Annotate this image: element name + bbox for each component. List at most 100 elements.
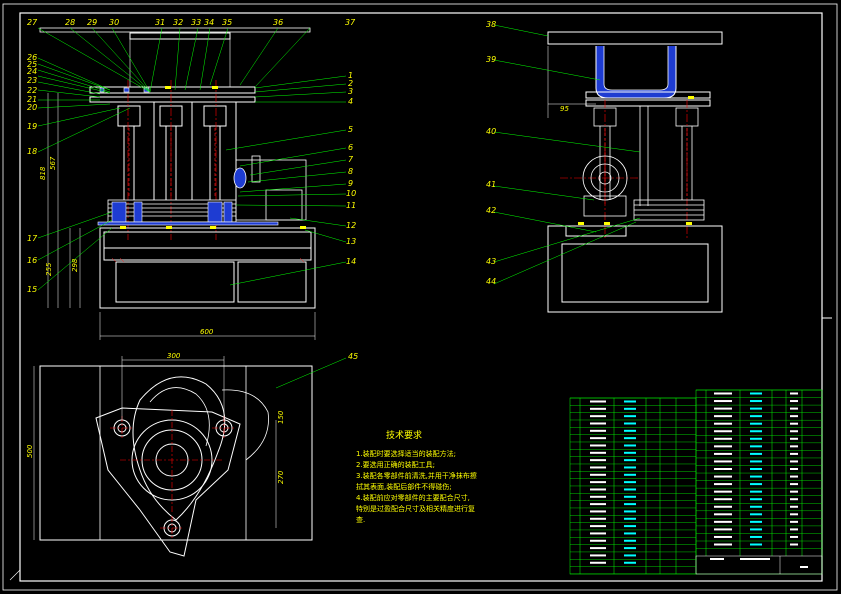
bom-cell-mark [590,459,606,462]
bom-cell-mark [750,483,762,486]
part-label: 27 [27,18,38,27]
part-label: 12 [346,221,357,230]
bom-cell-mark [590,473,606,476]
dim-front-mid: 255 [45,262,53,276]
bom-cell-mark [590,422,606,425]
bom-cell-mark [750,460,762,463]
bom-cell-mark [714,490,732,493]
bom-cell-mark [624,525,636,528]
bom-cell-mark [590,429,606,432]
part-label: 41 [486,180,497,189]
note-line: 3.装配各零部件前清洗,并用干净抹布擦 [356,472,477,480]
bom-cell-mark [714,392,732,395]
bom-cell-mark [790,415,798,418]
part-label: 16 [27,256,38,265]
bom-cell-mark [624,444,636,447]
bom-cell-mark [750,400,762,403]
dim-plan-width: 300 [167,352,181,360]
side-view [493,24,723,313]
part-label: 18 [27,147,38,156]
bom-cell-mark [624,473,636,476]
bom-cell-mark [624,547,636,550]
part-label: 5 [348,125,354,134]
technical-notes: 技术要求 1.装配时要选择适当的装配方法; 2.要选用正确的装配工具; 3.装配… [356,428,506,526]
part-label: 7 [348,155,354,164]
bom-cell-mark [624,539,636,542]
plan-view [33,356,347,557]
part-label: 13 [346,237,357,246]
columns [117,102,237,200]
bom-cell-mark [790,513,798,516]
bom-cell-mark [624,561,636,564]
bom-cell-mark [714,415,732,418]
bom-cell-mark [624,554,636,557]
side-springs [633,199,705,221]
bom-cell-mark [590,547,606,550]
plan-outline [39,365,313,541]
bom-cell-mark [590,415,606,418]
bom-cell-mark [790,543,798,546]
dim-front-total: 818 [39,166,47,180]
plan-cam [132,376,226,521]
bom-cell-mark [750,415,762,418]
bom-cell-mark [624,510,636,513]
bom-cell-mark [590,561,606,564]
part-label: 14 [346,257,357,266]
bom-cell-mark [750,422,762,425]
bom-cell-mark [790,475,798,478]
bom-cell-mark [750,407,762,410]
bom-cell-mark [714,535,732,538]
part-label: 10 [346,189,357,198]
part-label: 30 [109,18,120,27]
bom-cell-mark [740,558,770,560]
bom-cell-mark [790,407,798,410]
part-label: 23 [27,76,38,85]
bom-cell-mark [714,422,732,425]
dim-front-width: 600 [200,328,214,336]
bom-cell-mark [790,528,798,531]
top-plate-2 [89,96,256,103]
dim-plan-r1: 150 [277,410,285,424]
part-label: 29 [87,18,98,27]
bom-cell-mark [714,520,732,523]
part-label: 37 [345,18,356,27]
bom-cell-mark [624,429,636,432]
bom-cell-mark [714,543,732,546]
top-plate [89,86,256,94]
part-label: 28 [65,18,76,27]
bom-cell-mark [714,498,732,501]
bom-cell-mark [790,520,798,523]
bom-cell-mark [624,503,636,506]
bom-cell-mark [624,415,636,418]
part-label: 6 [348,143,354,152]
bom-cell-mark [750,475,762,478]
bom-cell-mark [714,483,732,486]
part-label: 45 [348,352,359,361]
blue-parts [97,87,279,226]
frame-tick-left-low [9,569,21,581]
bom-cell-mark [590,517,606,520]
side-plate-2 [585,99,711,107]
bom-cell-mark [750,490,762,493]
front-base [99,227,316,309]
bom-cell-mark [750,392,762,395]
bom-cell-mark [714,475,732,478]
bom-cell-mark [714,437,732,440]
bom-cell-mark [590,444,606,447]
part-label: 42 [486,206,497,215]
note-line: 查. [356,516,366,524]
bom-cell-mark [590,495,606,498]
part-label: 22 [27,86,38,95]
top-beam-2 [39,27,311,33]
note-line: 拭其表面,装配后部件不得碰伤; [356,483,452,491]
bom-cell-mark [590,466,606,469]
bom-cell-mark [750,452,762,455]
side-dimensions [547,46,596,118]
bom-cell-mark [624,451,636,454]
dim-plan-r2: 270 [277,470,285,484]
part-label: 4 [348,97,354,106]
part-label: 19 [27,122,38,131]
note-line: 特别是过盈配合尺寸及相关精度进行复 [356,505,475,513]
part-label: 31 [155,18,166,27]
part-label: 35 [222,18,233,27]
